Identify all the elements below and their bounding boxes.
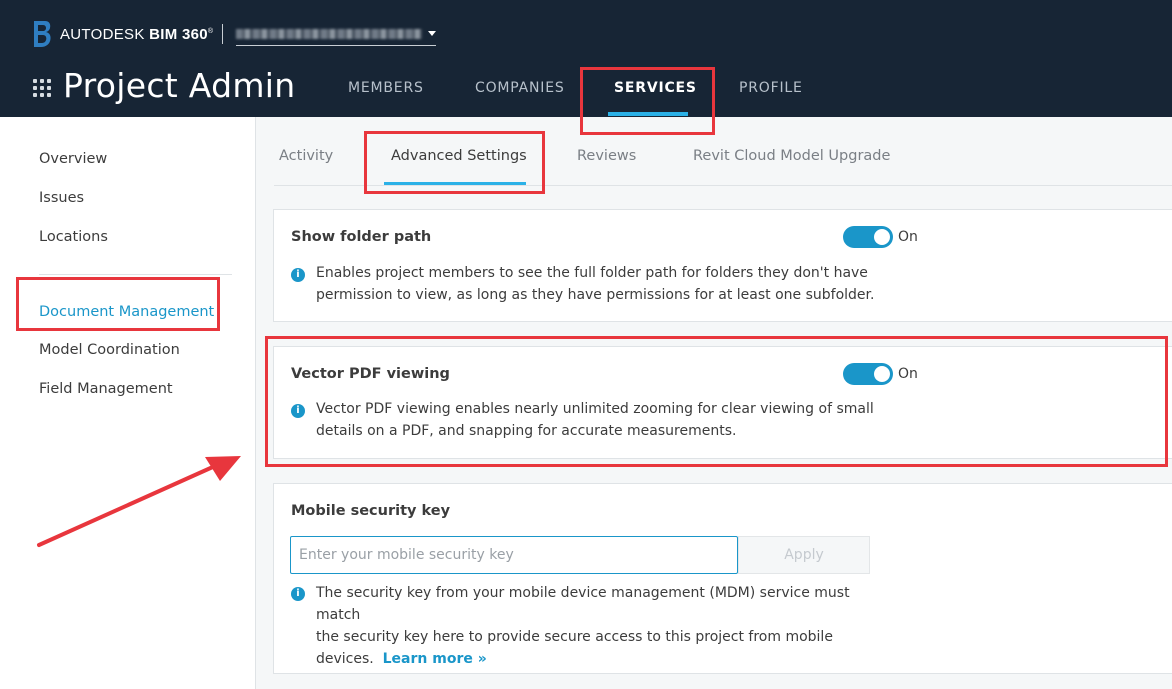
desc-line: devices. Learn more »	[316, 648, 896, 670]
desc-line: The security key from your mobile device…	[316, 585, 850, 623]
registered-mark: ®	[207, 27, 214, 35]
vector-pdf-toggle-label: On	[898, 366, 918, 382]
folder-path-toggle-label: On	[898, 229, 918, 245]
folder-path-setting-card: Show folder path On i Enables project me…	[273, 209, 1172, 322]
brand-product: BIM 360	[149, 25, 208, 43]
mobile-security-key-input[interactable]	[290, 536, 738, 574]
folder-path-description: Enables project members to see the full …	[316, 262, 886, 306]
desc-line: the security key here to provide secure …	[316, 629, 833, 645]
settings-tabs: Activity Advanced Settings Reviews Revit…	[274, 117, 1172, 186]
app-switcher-grid-icon[interactable]	[33, 79, 51, 97]
info-icon: i	[291, 587, 305, 601]
bim360-logo-icon	[34, 21, 51, 47]
tab-activity[interactable]: Activity	[279, 148, 333, 164]
desc-line: details on a PDF, and snapping for accur…	[316, 423, 737, 439]
info-icon: i	[291, 268, 305, 282]
active-nav-indicator	[608, 112, 688, 116]
nav-tab-companies[interactable]: COMPANIES	[475, 80, 565, 96]
mobile-key-title: Mobile security key	[291, 503, 451, 519]
brand-name: AUTODESK BIM 360®	[60, 26, 213, 43]
learn-more-link[interactable]: Learn more »	[383, 651, 487, 667]
apply-button[interactable]: Apply	[738, 536, 870, 574]
vector-pdf-title: Vector PDF viewing	[291, 366, 450, 382]
sidebar: Overview Issues Locations Document Manag…	[0, 117, 256, 689]
info-icon: i	[291, 404, 305, 418]
brand-prefix: AUTODESK	[60, 25, 145, 43]
desc-line: permission to view, as long as they have…	[316, 287, 875, 303]
tab-revit-cloud-model-upgrade[interactable]: Revit Cloud Model Upgrade	[693, 148, 890, 164]
folder-path-title: Show folder path	[291, 229, 432, 245]
brand-divider	[222, 24, 223, 44]
mobile-key-description: The security key from your mobile device…	[316, 582, 896, 670]
desc-line: Enables project members to see the full …	[316, 265, 868, 281]
tab-advanced-settings[interactable]: Advanced Settings	[391, 148, 527, 164]
sidebar-item-issues[interactable]: Issues	[39, 190, 84, 206]
sidebar-item-overview[interactable]: Overview	[39, 151, 107, 167]
active-tab-indicator	[384, 182, 526, 185]
top-header: AUTODESK BIM 360® Project Admin MEMBERS …	[0, 0, 1172, 117]
toggle-knob	[874, 229, 890, 245]
nav-tab-members[interactable]: MEMBERS	[348, 80, 424, 96]
page-title: Project Admin	[63, 66, 296, 105]
sidebar-item-document-management[interactable]: Document Management	[39, 304, 214, 320]
project-selector[interactable]	[236, 24, 436, 46]
sidebar-item-field-management[interactable]: Field Management	[39, 381, 173, 397]
vector-pdf-setting-card: Vector PDF viewing On i Vector PDF viewi…	[273, 346, 1172, 459]
chevron-down-icon	[428, 31, 436, 36]
desc-line: Vector PDF viewing enables nearly unlimi…	[316, 401, 874, 417]
vector-pdf-toggle[interactable]	[843, 363, 893, 385]
sidebar-item-locations[interactable]: Locations	[39, 229, 108, 245]
nav-tab-profile[interactable]: PROFILE	[739, 80, 803, 96]
folder-path-toggle[interactable]	[843, 226, 893, 248]
desc-text: devices.	[316, 651, 374, 667]
sidebar-item-model-coordination[interactable]: Model Coordination	[39, 342, 180, 358]
tab-reviews[interactable]: Reviews	[577, 148, 636, 164]
project-name-redacted	[236, 28, 422, 39]
brand[interactable]: AUTODESK BIM 360®	[32, 19, 213, 49]
vector-pdf-description: Vector PDF viewing enables nearly unlimi…	[316, 398, 886, 442]
nav-tab-services[interactable]: SERVICES	[614, 80, 697, 96]
toggle-knob	[874, 366, 890, 382]
mobile-security-key-card: Mobile security key Apply i The security…	[273, 483, 1172, 674]
sidebar-divider	[39, 274, 232, 275]
